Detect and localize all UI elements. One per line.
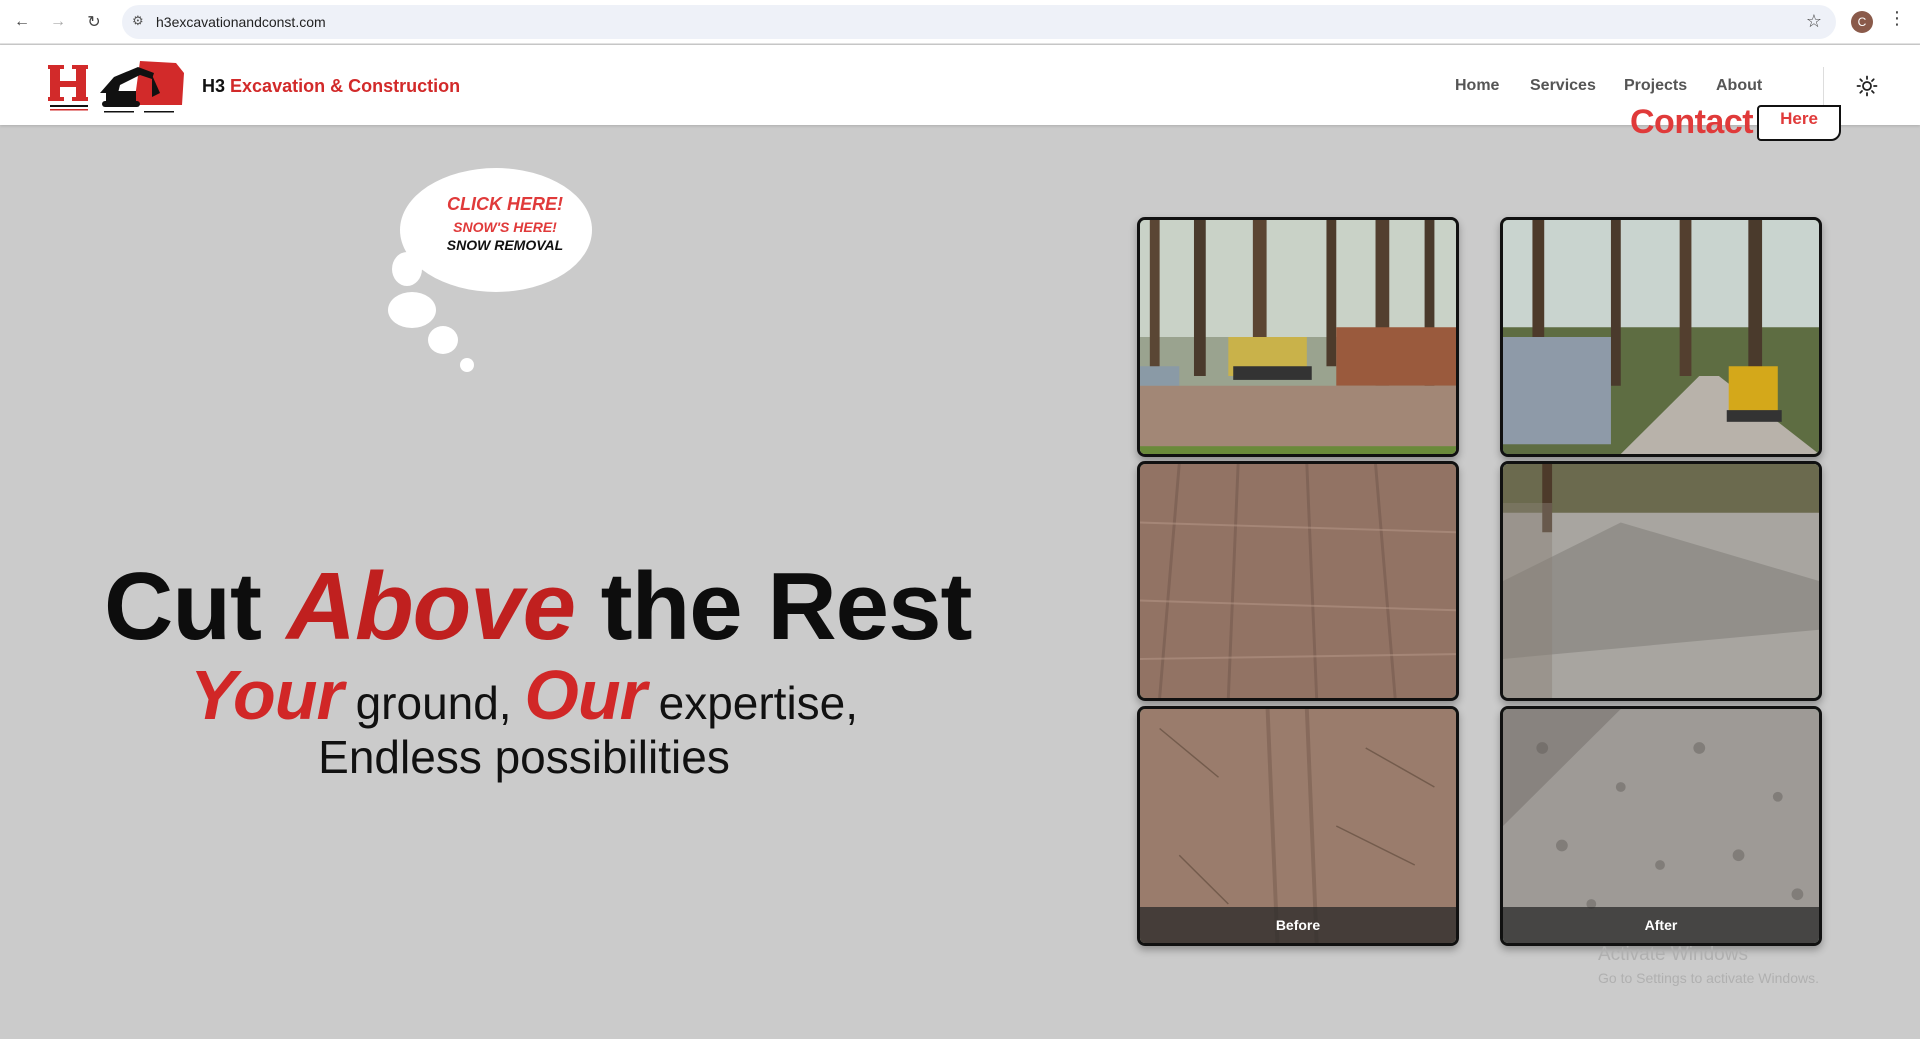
hero-sub-our: Our [524,656,646,734]
hero-title-emphasis: Above [286,553,576,660]
brand-prefix: H3 [202,76,226,96]
nav-projects[interactable]: Projects [1624,77,1687,95]
bubble-tail-2 [388,292,436,328]
hero-sub-your: Your [189,656,344,734]
address-bar[interactable]: ⚙ h3excavationandconst.com ☆ [122,5,1836,39]
hero-subtitle: Your ground, Our expertise, Endless poss… [104,660,944,784]
profile-avatar[interactable]: C [1851,11,1873,33]
browser-menu-icon[interactable]: ⋮ [1888,9,1906,27]
before-photo-3[interactable]: Before [1137,706,1459,946]
bookmark-star-icon[interactable]: ☆ [1806,11,1822,32]
bubble-snows-here[interactable]: SNOW'S HERE! [400,219,610,235]
hero-title-part1: Cut [104,553,262,660]
after-caption: After [1503,907,1819,943]
reload-icon[interactable]: ↻ [82,10,106,34]
before-caption: Before [1140,907,1456,943]
browser-toolbar: ← → ↻ ⚙ h3excavationandconst.com ☆ C ⋮ [0,0,1920,44]
nav-about[interactable]: About [1716,77,1762,95]
hero-title-part2: the Rest [600,553,973,660]
forward-icon[interactable]: → [46,10,70,34]
before-photo-2[interactable] [1137,461,1459,701]
after-photo-2[interactable] [1500,461,1822,701]
hero-sub-ground: ground, [355,677,512,729]
bubble-tail-1 [392,252,422,286]
site-info-icon[interactable]: ⚙ [132,13,150,31]
brand-name[interactable]: H3 Excavation & Construction [202,76,460,97]
after-photo-1[interactable] [1500,217,1822,457]
before-photo-1[interactable] [1137,217,1459,457]
nav-services[interactable]: Services [1530,77,1596,95]
after-photo-3[interactable]: After [1500,706,1822,946]
header-divider [1823,67,1824,105]
nav-home[interactable]: Home [1455,77,1499,95]
bubble-tail-3 [428,326,458,354]
brand-title: Excavation & Construction [230,76,461,96]
theme-toggle-sun-icon[interactable] [1856,75,1878,97]
company-logo[interactable] [48,59,186,115]
bubble-click-here[interactable]: CLICK HERE! [400,194,610,215]
back-icon[interactable]: ← [10,10,34,34]
windows-activation-subtitle: Go to Settings to activate Windows. [1598,970,1819,986]
bubble-tail-4 [460,358,474,372]
bubble-snow-removal[interactable]: SNOW REMOVAL [400,237,610,253]
url-text[interactable]: h3excavationandconst.com [156,14,326,30]
contact-here-button[interactable]: Here [1757,105,1841,141]
windows-activation-title: Activate Windows [1598,944,1748,965]
hero-title: Cut Above the Rest [104,552,973,662]
contact-label[interactable]: Contact [1630,103,1754,142]
